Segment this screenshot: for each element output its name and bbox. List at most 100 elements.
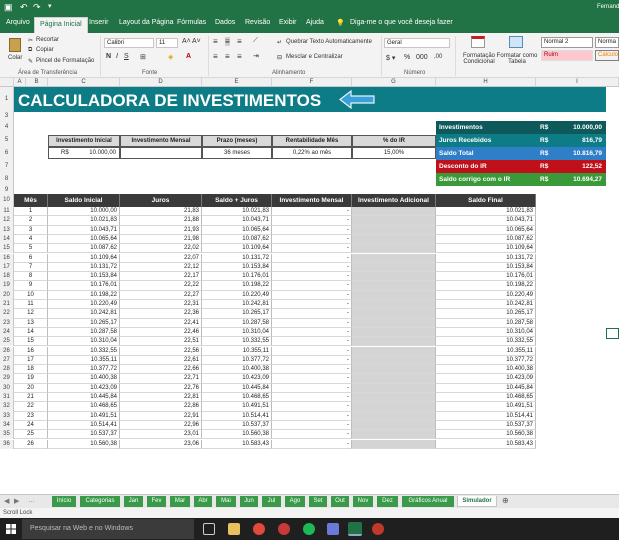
cell-interest[interactable]: 22,41 <box>120 318 202 328</box>
row-header[interactable]: 19 <box>0 281 14 291</box>
cell-balance-interest[interactable]: 10.220,49 <box>202 290 272 300</box>
format-table-icon[interactable] <box>509 36 523 48</box>
sheet-tab[interactable]: Simulador <box>457 496 497 507</box>
cell-monthly-investment[interactable]: - <box>272 300 352 310</box>
cell-monthly-investment[interactable]: - <box>272 262 352 273</box>
cell-monthly-investment[interactable]: - <box>272 337 352 347</box>
cell-interest[interactable]: 22,17 <box>120 272 202 282</box>
cell-monthly-investment[interactable]: - <box>272 374 352 384</box>
cell-month[interactable]: 5 <box>14 244 48 254</box>
cell-balance-interest[interactable]: 10.400,38 <box>202 365 272 375</box>
cell-initial-balance[interactable]: 10.310,04 <box>48 337 120 347</box>
cell-balance-interest[interactable]: 10.514,41 <box>202 411 272 421</box>
cell-initial-balance[interactable]: 10.560,38 <box>48 439 120 449</box>
cell-monthly-investment[interactable]: - <box>272 430 352 440</box>
row-header[interactable]: 14 <box>0 234 14 245</box>
align-right-icon[interactable]: ≡ <box>237 52 242 61</box>
align-center-icon[interactable]: ≡ <box>225 52 230 61</box>
row-header[interactable]: 1 <box>0 87 14 112</box>
number-format-select[interactable]: Geral <box>384 38 450 48</box>
cell-final-balance[interactable]: 10.021,83 <box>436 207 536 217</box>
cell-initial-balance[interactable]: 10.021,83 <box>48 216 120 226</box>
cell-monthly-investment[interactable]: - <box>272 234 352 245</box>
cell-additional-investment[interactable] <box>352 383 436 393</box>
cell-initial-balance[interactable]: 10.198,22 <box>48 290 120 300</box>
cell-month[interactable]: 7 <box>14 262 48 273</box>
cell-balance-interest[interactable]: 10.153,84 <box>202 262 272 273</box>
tab-review[interactable]: Revisão <box>245 19 270 26</box>
cell-additional-investment[interactable] <box>352 262 436 273</box>
cell-initial-balance[interactable]: 10.400,38 <box>48 374 120 384</box>
cell-final-balance[interactable]: 10.153,84 <box>436 262 536 273</box>
align-middle-icon[interactable]: ≡ <box>225 37 230 46</box>
row-header[interactable]: 13 <box>0 225 14 235</box>
sheet-tab[interactable]: Set <box>309 496 327 507</box>
cell-initial-balance[interactable]: 10.468,65 <box>48 402 120 412</box>
cell-balance-interest[interactable]: 10.265,17 <box>202 309 272 319</box>
cell-final-balance[interactable]: 10.176,01 <box>436 272 536 282</box>
cell-additional-investment[interactable] <box>352 225 436 235</box>
column-header[interactable]: F <box>272 78 352 87</box>
column-header[interactable]: C <box>48 78 120 87</box>
cell-interest[interactable]: 22,46 <box>120 327 202 338</box>
style-calculation[interactable]: Cálculo <box>595 50 619 61</box>
cell-balance-interest[interactable]: 10.377,72 <box>202 355 272 366</box>
decimal-icon[interactable]: ,00 <box>434 54 442 60</box>
cell-final-balance[interactable]: 10.220,49 <box>436 290 536 300</box>
cell-final-balance[interactable]: 10.583,43 <box>436 439 536 449</box>
cell-interest[interactable]: 21,93 <box>120 225 202 235</box>
row-header[interactable]: 25 <box>0 337 14 347</box>
row-header[interactable]: 21 <box>0 300 14 310</box>
cell-balance-interest[interactable]: 10.065,64 <box>202 225 272 235</box>
windows-start-icon[interactable] <box>6 524 16 534</box>
cell-final-balance[interactable]: 10.065,64 <box>436 225 536 235</box>
cell-initial-balance[interactable]: 10.131,72 <box>48 262 120 273</box>
row-header[interactable]: 30 <box>0 383 14 393</box>
tab-home[interactable]: Página Inicial <box>34 17 88 33</box>
cell-monthly-investment[interactable]: - <box>272 244 352 254</box>
input-rate-cell[interactable]: 0,22% ao mês <box>272 147 352 159</box>
discord-icon[interactable] <box>327 523 339 535</box>
tab-help[interactable]: Ajuda <box>306 19 324 26</box>
row-header[interactable]: 5 <box>0 134 14 147</box>
column-header[interactable]: B <box>26 78 48 87</box>
row-header[interactable]: 11 <box>0 207 14 217</box>
align-left-icon[interactable]: ≡ <box>213 52 218 61</box>
cell-initial-balance[interactable]: 10.265,17 <box>48 318 120 328</box>
cell-monthly-investment[interactable]: - <box>272 402 352 412</box>
sheet-tab[interactable]: Dez <box>377 496 398 507</box>
font-size-select[interactable]: 11 <box>156 38 178 48</box>
cell-interest[interactable]: 22,61 <box>120 355 202 366</box>
user-name[interactable]: Fernando <box>597 2 619 12</box>
select-all-corner[interactable] <box>0 78 14 87</box>
style-normal-2[interactable]: Normal 2 <box>541 37 593 48</box>
cell-monthly-investment[interactable]: - <box>272 281 352 291</box>
cell-balance-interest[interactable]: 10.310,04 <box>202 327 272 338</box>
row-header[interactable]: 15 <box>0 244 14 254</box>
merge-icon[interactable]: ⊟ <box>277 54 282 61</box>
cell-additional-investment[interactable] <box>352 216 436 226</box>
cell-additional-investment[interactable] <box>352 290 436 300</box>
cell-balance-interest[interactable]: 10.355,11 <box>202 346 272 356</box>
task-view-icon[interactable] <box>203 523 215 535</box>
cell-final-balance[interactable]: 10.287,58 <box>436 318 536 328</box>
excel-taskbar-icon[interactable] <box>348 522 362 536</box>
cell-balance-interest[interactable]: 10.021,83 <box>202 207 272 217</box>
worksheet[interactable]: ABCDEFGHI 1 3 4 5 6 7 8 9 10 11 12 13 14 15 16 17 18 19 20… <box>0 78 619 494</box>
row-header[interactable]: 7 <box>0 160 14 173</box>
cell-initial-balance[interactable]: 10.514,41 <box>48 420 120 431</box>
cell-interest[interactable]: 22,12 <box>120 262 202 273</box>
cell-interest[interactable]: 22,76 <box>120 383 202 393</box>
cell-balance-interest[interactable]: 10.468,65 <box>202 393 272 403</box>
cut-button[interactable]: Recortar <box>36 37 59 43</box>
percent-icon[interactable]: % <box>404 54 410 61</box>
cell-additional-investment[interactable] <box>352 309 436 319</box>
sheet-tab[interactable]: Nov <box>353 496 373 507</box>
cell-monthly-investment[interactable]: - <box>272 253 352 263</box>
cell-additional-investment[interactable] <box>352 327 436 338</box>
cell-month[interactable]: 25 <box>14 430 48 440</box>
row-header[interactable]: 18 <box>0 272 14 282</box>
cell-balance-interest[interactable]: 10.332,55 <box>202 337 272 347</box>
cell-final-balance[interactable]: 10.400,38 <box>436 365 536 375</box>
cell-month[interactable]: 19 <box>14 374 48 384</box>
